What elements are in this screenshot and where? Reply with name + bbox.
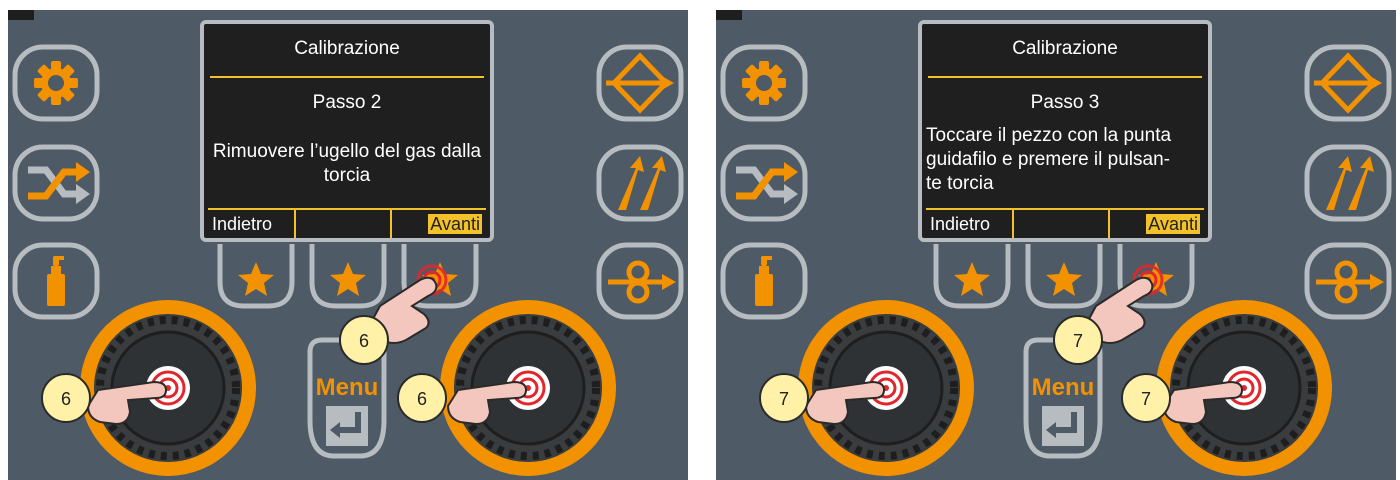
step-badge-right-knob: 7 [1121,373,1171,423]
screen-title: Calibrazione [1012,38,1118,59]
svg-text:7: 7 [1073,331,1083,351]
step-badge-left-knob: 7 [759,373,809,423]
svg-text:7: 7 [779,389,789,409]
step-badge-softkey: 7 [1053,315,1103,365]
menu-label: Menu [1032,374,1095,401]
title-divider [210,76,484,78]
softkey-label-middle [296,210,392,238]
step-badge-left-knob: 6 [41,373,91,423]
svg-text:6: 6 [61,389,71,409]
softkey-2[interactable] [1025,244,1103,309]
display-screen: Calibrazione Passo 2 Rimuovere l’ugello … [200,20,494,242]
svg-text:7: 7 [1141,389,1151,409]
step-badge-softkey: 6 [339,315,389,365]
instruction-line: guidafilo e premere il pulsan- [926,149,1170,170]
softkey-label-back: Indietro [926,210,1014,238]
step-badge-right-knob: 6 [397,373,447,423]
star-icon [238,262,274,296]
softkey-1[interactable] [217,244,295,309]
svg-text:6: 6 [417,389,427,409]
screen-title: Calibrazione [294,38,400,59]
star-icon [330,262,366,296]
control-panel-step-3: Menu 7 7 7 Calibrazione Passo 3 Toccare … [716,10,1396,480]
title-divider [928,76,1202,78]
star-icon [954,262,990,296]
svg-text:6: 6 [359,331,369,351]
instruction-text: Toccare il pezzo con la punta guidafilo … [926,124,1204,196]
softkey-label-forward: Avanti [1146,214,1200,234]
softkey-label-forward: Avanti [428,214,482,234]
instruction-text: Rimuovere l’ugello del gas dalla torcia [212,141,482,186]
softkey-2[interactable] [309,244,387,309]
softkey-label-back: Indietro [208,210,296,238]
step-label: Passo 3 [1030,92,1100,113]
star-icon [1046,262,1082,296]
softkey-label-middle [1014,210,1110,238]
softkey-1[interactable] [933,244,1011,309]
display-screen: Calibrazione Passo 3 Toccare il pezzo co… [918,20,1212,242]
instruction-line: te torcia [926,173,994,194]
step-label: Passo 2 [312,92,382,113]
instruction-line: Toccare il pezzo con la punta [926,125,1172,146]
control-panel-step-2: Menu 6 6 6 Calibrazione Passo 2 Rimuover… [8,10,688,480]
menu-label: Menu [316,374,379,401]
